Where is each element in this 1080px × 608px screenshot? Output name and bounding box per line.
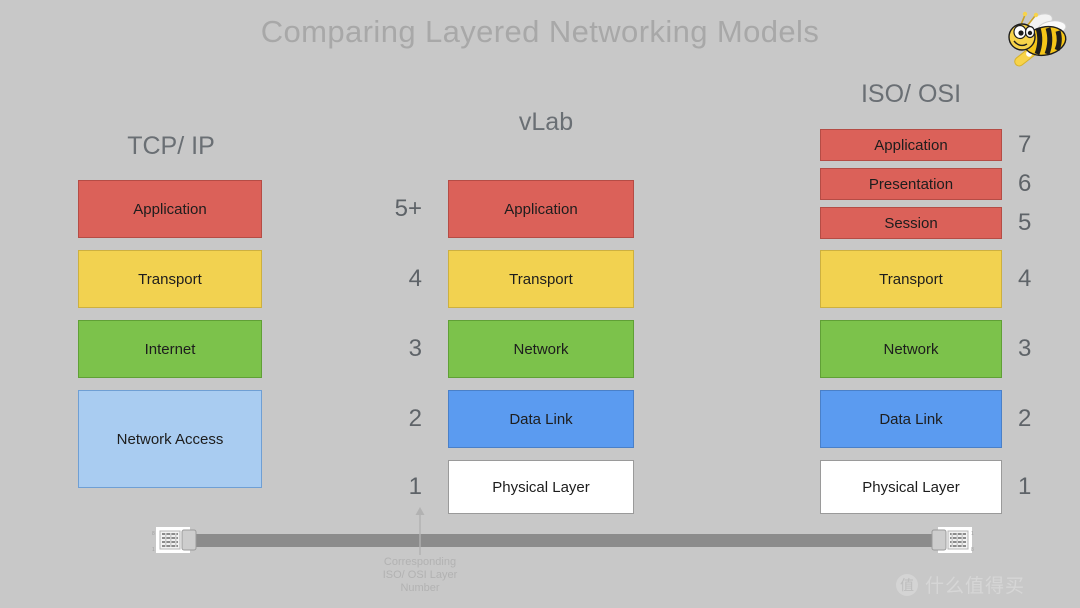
layer-number-osi-7: 7 [1018, 131, 1032, 158]
layer-number-osi-5: 5 [1018, 209, 1032, 236]
caption-corresponding-layer-number: Corresponding ISO/ OSI Layer Number [340, 556, 500, 595]
layer-label: Physical Layer [492, 478, 590, 496]
layer-label: Network [883, 340, 939, 358]
layer-label: Network [513, 340, 569, 358]
watermark: 值 什么值得买 [896, 571, 1025, 598]
layer-label: Session [884, 214, 938, 232]
layer-number-vlab-3: 3 [408, 335, 422, 362]
network-cable [180, 534, 940, 547]
layer-number-osi-6: 6 [1018, 170, 1032, 197]
layer-box-osi-session[interactable]: Session [820, 207, 1002, 239]
column-header-tcpip: TCP/ IP [127, 132, 215, 160]
layer-number-vlab-5plus: 5+ [394, 195, 422, 222]
bee-mascot-icon [998, 6, 1072, 74]
layer-number-osi-3: 3 [1018, 335, 1032, 362]
layer-box-osi-application[interactable]: Application [820, 129, 1002, 161]
layer-label: Transport [509, 270, 573, 288]
layer-box-vlab-data-link[interactable]: Data Link [448, 390, 634, 448]
layer-box-tcpip-internet[interactable]: Internet [78, 320, 262, 378]
layer-box-vlab-application[interactable]: Application [448, 180, 634, 238]
layer-number-vlab-1: 1 [408, 473, 422, 500]
layer-number-osi-4: 4 [1018, 265, 1032, 292]
layer-number-vlab-2: 2 [408, 405, 422, 432]
layer-label: Application [874, 136, 948, 154]
layer-box-tcpip-transport[interactable]: Transport [78, 250, 262, 308]
layer-box-vlab-network[interactable]: Network [448, 320, 634, 378]
layer-box-osi-transport[interactable]: Transport [820, 250, 1002, 308]
rj45-connector-left-icon: 8 1 [148, 524, 204, 556]
layer-label: Transport [138, 270, 202, 288]
svg-text:8: 8 [152, 531, 155, 537]
layer-label: Transport [879, 270, 943, 288]
column-header-isoosi: ISO/ OSI [860, 80, 962, 108]
caption-line-1: Corresponding [383, 556, 457, 568]
page-title: Comparing Layered Networking Models [260, 14, 820, 49]
caption-arrow-up-icon [413, 507, 427, 555]
layer-label: Data Link [509, 410, 573, 428]
layer-box-osi-presentation[interactable]: Presentation [820, 168, 1002, 200]
layer-box-vlab-transport[interactable]: Transport [448, 250, 634, 308]
svg-text:1: 1 [971, 531, 974, 537]
layer-label: Network Access [116, 430, 224, 448]
layer-label: Application [133, 200, 207, 218]
rj45-connector-right-icon: 1 8 [924, 524, 980, 556]
column-header-vlab: vLab [518, 108, 574, 136]
layer-box-osi-network[interactable]: Network [820, 320, 1002, 378]
layer-box-tcpip-network-access[interactable]: Network Access [78, 390, 262, 488]
caption-line-2: ISO/ OSI Layer [382, 569, 458, 581]
svg-text:1: 1 [152, 547, 155, 553]
layer-label: Physical Layer [862, 478, 960, 496]
layer-box-osi-data-link[interactable]: Data Link [820, 390, 1002, 448]
layer-box-tcpip-application[interactable]: Application [78, 180, 262, 238]
svg-text:8: 8 [971, 547, 974, 553]
watermark-text: 什么值得买 [925, 576, 1026, 597]
caption-line-3: Number [400, 582, 440, 594]
layer-label: Presentation [868, 175, 954, 193]
layer-label: Data Link [879, 410, 943, 428]
layer-number-osi-1: 1 [1018, 473, 1032, 500]
layer-number-vlab-4: 4 [408, 265, 422, 292]
layer-box-osi-physical-layer[interactable]: Physical Layer [820, 460, 1002, 514]
layer-number-osi-2: 2 [1018, 405, 1032, 432]
layer-box-vlab-physical-layer[interactable]: Physical Layer [448, 460, 634, 514]
slide-canvas: Comparing Layered Networking Models TCP/… [0, 0, 1080, 608]
watermark-badge-icon: 值 [896, 573, 918, 596]
layer-label: Internet [144, 340, 196, 358]
layer-label: Application [504, 200, 578, 218]
